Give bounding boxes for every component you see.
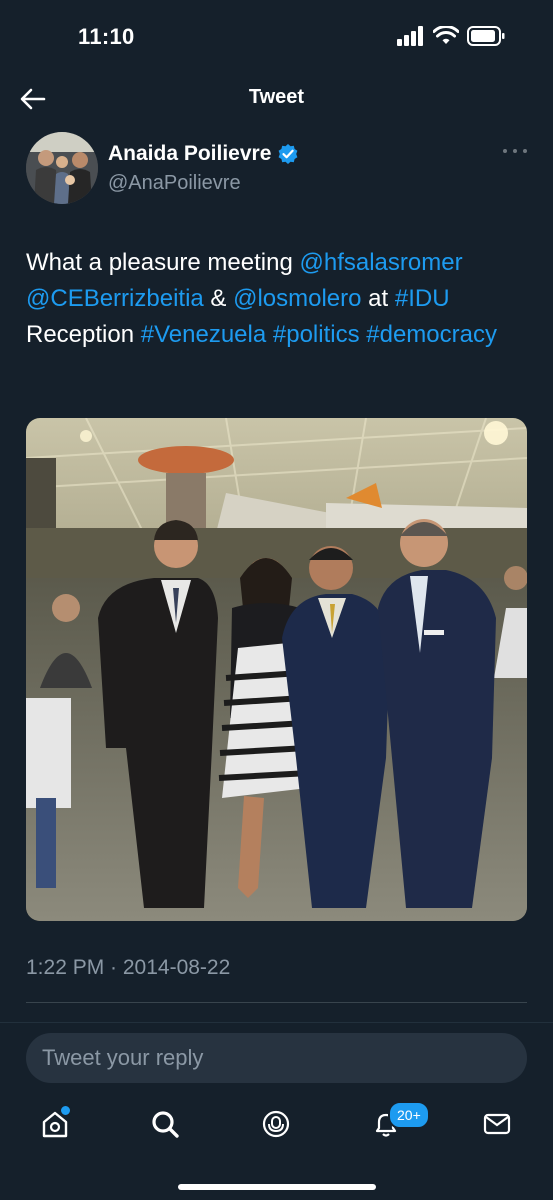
page-title: Tweet	[248, 86, 305, 108]
spaces-icon	[262, 1110, 290, 1138]
verified-badge-icon	[279, 144, 298, 164]
tweet-text-segment	[266, 321, 273, 348]
battery-icon	[467, 26, 505, 46]
tweet-text-segment: &	[203, 285, 234, 312]
photo-image	[26, 418, 527, 921]
search-icon	[152, 1111, 179, 1138]
mention-link[interactable]: @losmolero	[233, 285, 361, 312]
status-bar: 11:10	[0, 0, 553, 72]
tab-bar: 20+	[0, 1092, 553, 1156]
status-time: 11:10	[78, 24, 135, 49]
reply-box[interactable]	[26, 1033, 527, 1083]
avatar[interactable]	[26, 132, 98, 204]
tab-notifications[interactable]: 20+	[356, 1092, 430, 1156]
divider	[26, 1002, 527, 1003]
hashtag-link[interactable]: #democracy	[366, 321, 497, 348]
tab-spaces[interactable]	[246, 1092, 306, 1156]
home-indicator	[178, 1184, 376, 1190]
tweet-text: What a pleasure meeting @hfsalasromer @C…	[26, 245, 531, 353]
name-row: Anaida Poilievre	[108, 142, 299, 166]
mail-icon	[483, 1113, 511, 1135]
tweet-author: Anaida Poilievre @AnaPoilievre	[26, 130, 527, 210]
signal-icon	[397, 26, 423, 46]
wifi-icon	[433, 26, 459, 44]
hashtag-link[interactable]: #Venezuela	[141, 321, 266, 348]
top-nav: Tweet	[0, 72, 553, 124]
notifications-badge: 20+	[388, 1101, 430, 1129]
author-name[interactable]: Anaida Poilievre	[108, 142, 271, 166]
tweet-text-segment: Reception	[26, 321, 141, 348]
tab-search[interactable]	[135, 1092, 195, 1156]
more-options-icon[interactable]	[503, 144, 527, 158]
mention-link[interactable]: @CEBerrizbeitia	[26, 285, 204, 312]
divider	[0, 1022, 553, 1023]
avatar-image	[26, 132, 98, 204]
tweet-photo[interactable]	[26, 418, 527, 921]
reply-input[interactable]	[26, 1033, 527, 1083]
hashtag-link[interactable]: #IDU	[395, 285, 450, 312]
tab-messages[interactable]	[467, 1092, 527, 1156]
tweet-text-segment: at	[361, 285, 395, 312]
tweet-timestamp[interactable]: 1:22 PM · 2014-08-22	[26, 956, 230, 980]
home-notification-dot	[59, 1104, 72, 1117]
tab-home[interactable]	[25, 1092, 85, 1156]
author-handle[interactable]: @AnaPoilievre	[108, 172, 241, 195]
status-icons	[397, 26, 505, 46]
hashtag-link[interactable]: #politics	[273, 321, 360, 348]
tweet-text-segment: What a pleasure meeting	[26, 249, 300, 276]
mention-link[interactable]: @hfsalasromer	[299, 249, 462, 276]
